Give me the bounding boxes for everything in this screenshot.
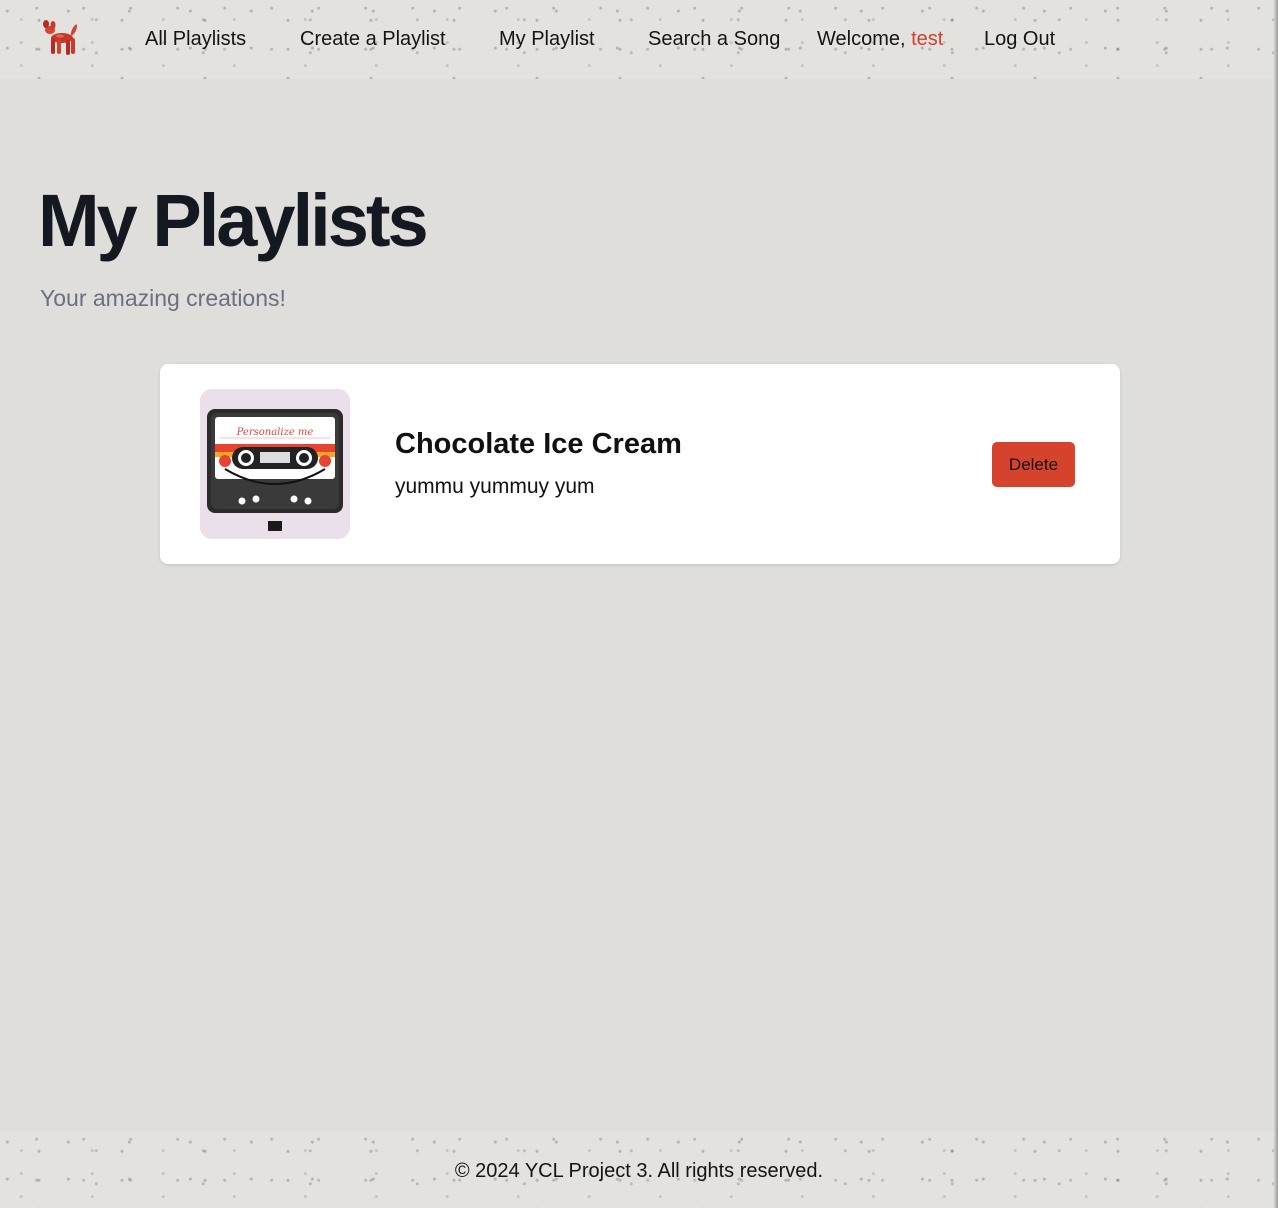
nav-create-playlist[interactable]: Create a Playlist	[300, 26, 446, 52]
footer-copyright: © 2024 YCL Project 3. All rights reserve…	[454, 1160, 824, 1182]
welcome-message: Welcome, test	[817, 26, 943, 52]
welcome-label: Welcome,	[817, 28, 906, 50]
logout-link[interactable]: Log Out	[984, 26, 1055, 52]
site-footer: © 2024 YCL Project 3. All rights reserve…	[0, 1131, 1278, 1208]
playlist-title[interactable]: Chocolate Ice Cream	[395, 426, 682, 462]
nav-my-playlist[interactable]: My Playlist	[499, 26, 595, 52]
balloon-dog-icon[interactable]	[38, 18, 80, 60]
page-subtitle: Your amazing creations!	[40, 285, 286, 311]
playlist-cover-image[interactable]: Personalize me	[200, 389, 350, 539]
window-edge	[1274, 0, 1278, 1208]
username: test	[911, 28, 944, 50]
page-title: My Playlists	[38, 179, 429, 262]
nav-all-playlists[interactable]: All Playlists	[145, 26, 246, 52]
cover-text: Personalize me	[236, 427, 314, 438]
delete-button[interactable]: Delete	[992, 442, 1075, 487]
playlist-card: Personalize me Chocolate Ice Cream yummu…	[160, 364, 1120, 564]
nav-search-song[interactable]: Search a Song	[648, 26, 780, 52]
playlist-description: yummu yummuy yum	[395, 475, 595, 498]
page: All Playlists Create a Playlist My Playl…	[0, 0, 1278, 1208]
site-header: All Playlists Create a Playlist My Playl…	[0, 0, 1278, 79]
